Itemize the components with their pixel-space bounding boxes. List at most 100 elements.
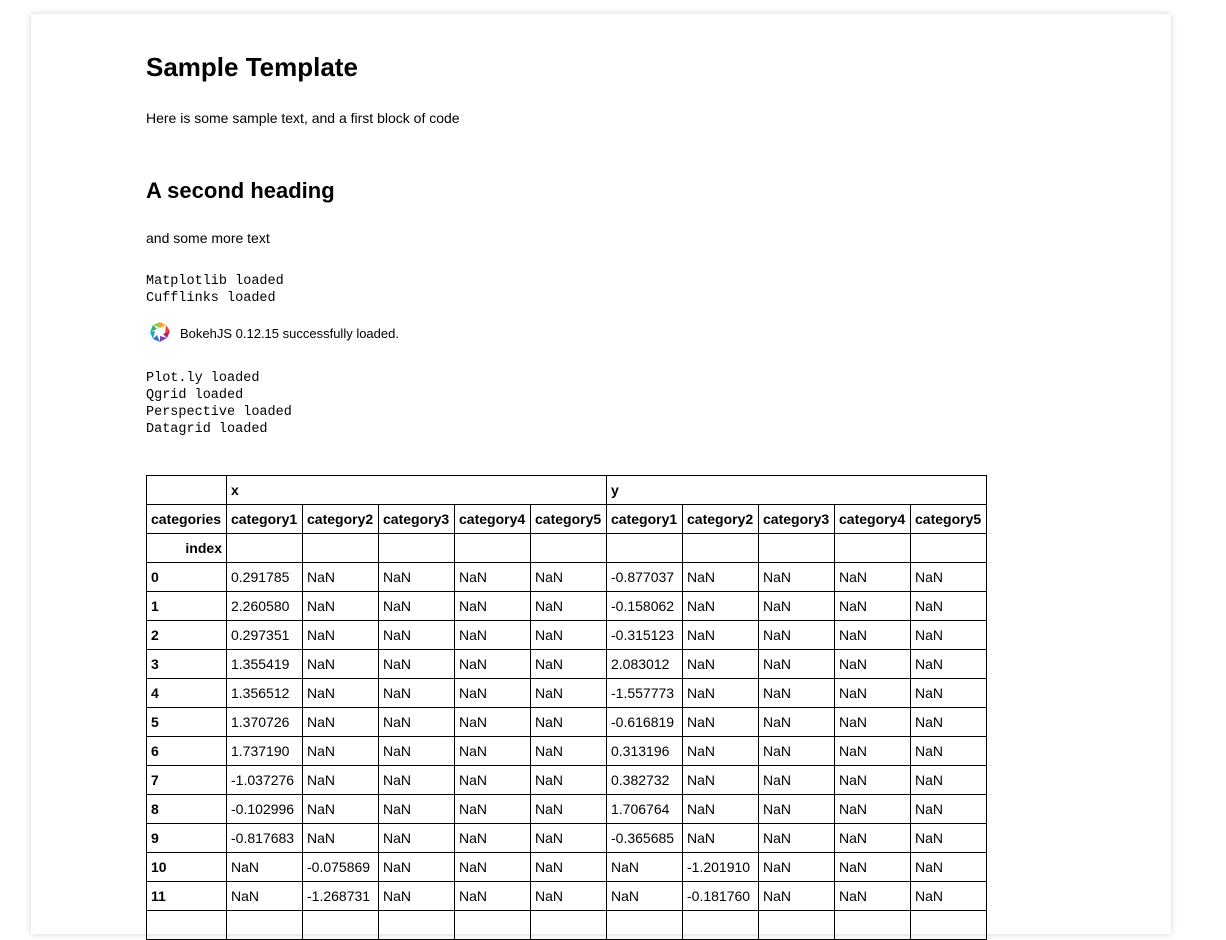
table-row: 4 1.356512 NaN NaN NaN NaN -1.557773 NaN NaN NaN N…: [146, 678, 987, 708]
index-header-empty-cell: [226, 533, 303, 563]
table-cell: NaN: [682, 707, 759, 737]
table-row: 5 1.370726 NaN NaN NaN NaN -0.616819 NaN NaN NaN N…: [146, 707, 987, 737]
table-cell: NaN: [758, 794, 835, 824]
row-index: [146, 910, 227, 940]
table-cell: NaN: [682, 678, 759, 708]
table-cell: NaN: [302, 765, 379, 795]
row-index: 9: [146, 823, 227, 853]
table-cell: NaN: [530, 620, 607, 650]
table-cell: NaN: [378, 736, 455, 766]
table-cell: -0.181760: [682, 881, 759, 911]
table-cell: NaN: [910, 678, 987, 708]
bokeh-logo-icon: [149, 321, 180, 346]
table-cell: NaN: [302, 736, 379, 766]
table-cell: NaN: [758, 678, 835, 708]
table-cell: NaN: [834, 881, 911, 911]
page-title: Sample Template: [146, 52, 358, 82]
table-cell: [758, 910, 835, 940]
index-header-empty-cell: [682, 533, 759, 563]
table-cell: NaN: [530, 678, 607, 708]
table-cell: -0.075869: [302, 852, 379, 882]
table-row: 7 -1.037276 NaN NaN NaN NaN 0.382732 NaN NaN NaN N…: [146, 765, 987, 795]
table-cell: NaN: [910, 794, 987, 824]
table-cell: NaN: [378, 562, 455, 592]
table-cell: 0.313196: [606, 736, 683, 766]
table-cell: NaN: [758, 620, 835, 650]
table-cell: NaN: [378, 591, 455, 621]
table-cell: NaN: [910, 736, 987, 766]
table-cell: -0.877037: [606, 562, 683, 592]
table-cell: NaN: [454, 620, 531, 650]
table-cell: NaN: [758, 649, 835, 679]
table-cell: NaN: [758, 707, 835, 737]
column-header: category1: [606, 504, 683, 534]
table-cell: NaN: [378, 852, 455, 882]
table-cell: NaN: [758, 852, 835, 882]
table-cell: NaN: [910, 823, 987, 853]
table-cell: -0.102996: [226, 794, 303, 824]
row-index: 8: [146, 794, 227, 824]
group-header-y: y: [606, 475, 987, 505]
table-cell: NaN: [378, 823, 455, 853]
table-cell: [834, 910, 911, 940]
table-cell: NaN: [834, 591, 911, 621]
table-row: [146, 910, 987, 940]
table-cell: NaN: [454, 591, 531, 621]
table-cell: NaN: [834, 823, 911, 853]
index-header-empty-cell: [606, 533, 683, 563]
table-row: 10 NaN -0.075869 NaN NaN NaN NaN -1.201910 NaN Na…: [146, 852, 987, 882]
table-cell: NaN: [454, 881, 531, 911]
table-cell: NaN: [302, 794, 379, 824]
table-cell: NaN: [378, 881, 455, 911]
categories-label: categories: [146, 504, 227, 534]
table-cell: NaN: [530, 823, 607, 853]
column-header: category2: [302, 504, 379, 534]
table-cell: NaN: [682, 591, 759, 621]
table-cell: NaN: [378, 649, 455, 679]
row-index: 11: [146, 881, 227, 911]
table-cell: NaN: [302, 620, 379, 650]
table-cell: NaN: [378, 707, 455, 737]
table-cell: NaN: [682, 823, 759, 853]
bokeh-status-text: BokehJS 0.12.15 successfully loaded.: [180, 325, 399, 341]
table-cell: NaN: [834, 852, 911, 882]
table-cell: NaN: [226, 852, 303, 882]
table-cell: NaN: [454, 562, 531, 592]
table-cell: [530, 910, 607, 940]
table-cell: 2.260580: [226, 591, 303, 621]
table-cell: NaN: [910, 852, 987, 882]
table-cell: -0.817683: [226, 823, 303, 853]
table-cell: -0.616819: [606, 707, 683, 737]
table-cell: NaN: [530, 707, 607, 737]
table-cell: [454, 910, 531, 940]
table-cell: NaN: [758, 736, 835, 766]
table-corner-cell: [146, 475, 227, 505]
table-cell: NaN: [758, 881, 835, 911]
index-header-empty-cell: [454, 533, 531, 563]
table-cell: NaN: [530, 852, 607, 882]
table-cell: NaN: [454, 736, 531, 766]
table-group-header-row: x y: [146, 475, 987, 505]
table-cell: NaN: [378, 620, 455, 650]
row-index: 6: [146, 736, 227, 766]
table-cell: 1.706764: [606, 794, 683, 824]
table-cell: 1.356512: [226, 678, 303, 708]
table-cell: NaN: [302, 678, 379, 708]
table-cell: NaN: [378, 678, 455, 708]
section-heading: A second heading: [146, 178, 335, 203]
table-cell: 1.370726: [226, 707, 303, 737]
table-row: 0 0.291785 NaN NaN NaN NaN -0.877037 NaN NaN NaN N…: [146, 562, 987, 592]
document-page: Sample Template Here is some sample text…: [31, 14, 1171, 940]
table-cell: [910, 910, 987, 940]
intro-text: Here is some sample text, and a first bl…: [146, 110, 460, 126]
table-cell: NaN: [454, 794, 531, 824]
table-cell: NaN: [834, 707, 911, 737]
table-cell: NaN: [302, 562, 379, 592]
row-index: 7: [146, 765, 227, 795]
row-index: 0: [146, 562, 227, 592]
table-cell: 0.291785: [226, 562, 303, 592]
table-cell: -1.268731: [302, 881, 379, 911]
table-cell: NaN: [834, 562, 911, 592]
table-cell: NaN: [834, 736, 911, 766]
table-cell: NaN: [530, 794, 607, 824]
